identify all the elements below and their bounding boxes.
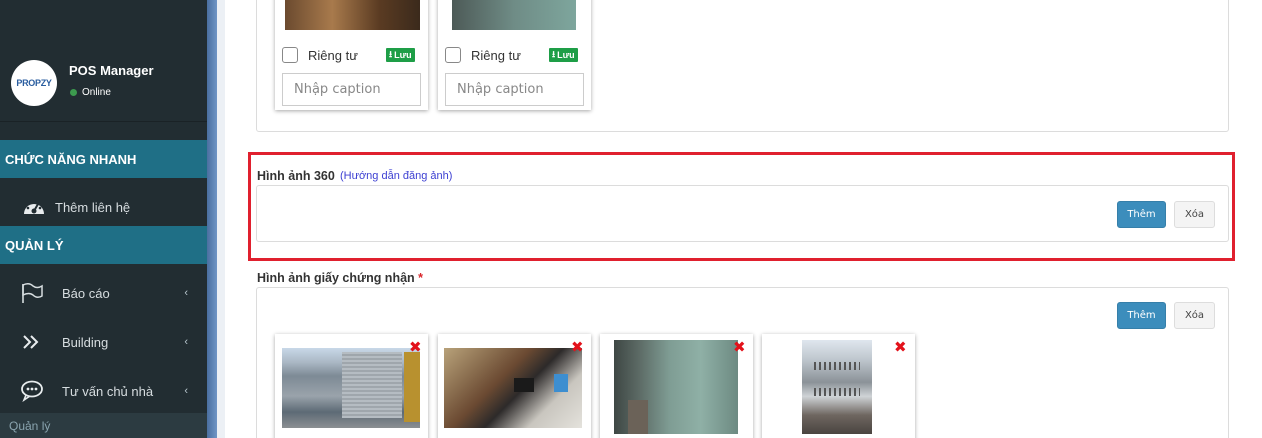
remove-photo-icon[interactable]: ✖ [733, 338, 746, 356]
cert-photo-card: ✖ [600, 334, 753, 438]
cert-thumbnail[interactable] [614, 340, 738, 434]
save-button[interactable]: ⭳ Lưu [386, 48, 415, 62]
add-cert-button[interactable]: Thêm [1117, 302, 1166, 329]
cert-photo-card: ✖ [438, 334, 591, 438]
sidebar-item-building[interactable]: Building ‹ [0, 325, 207, 359]
user-status-label: Online [82, 87, 111, 98]
caption-input[interactable] [282, 73, 421, 106]
sidebar-item-add-contact[interactable]: Thêm liên hệ [0, 190, 207, 224]
sidebar-item-label: Tư vấn chủ nhà [62, 383, 154, 399]
dashboard-icon [22, 196, 46, 218]
content-gutter [217, 0, 225, 438]
save-button[interactable]: ⭳ Lưu [549, 48, 578, 62]
avatar: PROPZY [11, 60, 57, 106]
sidebar-item-reports[interactable]: Báo cáo ‹ [0, 276, 207, 310]
caption-input[interactable] [445, 73, 584, 106]
required-mark: * [418, 271, 424, 285]
double-chevron-right-icon [20, 331, 44, 353]
section-cert-title: Hình ảnh giấy chứng nhận * [257, 271, 423, 285]
remove-photo-icon[interactable]: ✖ [571, 338, 584, 356]
sidebar-item-label: Báo cáo [62, 285, 110, 301]
sidebar-scrollbar[interactable] [207, 0, 217, 438]
sidebar-item-label: Building [62, 334, 109, 350]
online-dot-icon [70, 89, 77, 96]
flag-icon [20, 282, 44, 304]
save-label: Lưu [557, 50, 575, 60]
chevron-left-icon: ‹ [184, 287, 188, 299]
remove-photo-icon[interactable]: ✖ [894, 338, 907, 356]
cert-photo-card: ✖ [762, 334, 915, 438]
photo-thumbnail[interactable] [452, 0, 576, 30]
download-icon: ⭳ [389, 49, 393, 59]
highlight-box [248, 152, 1235, 261]
chevron-left-icon: ‹ [184, 336, 188, 348]
photo-card: Riêng tư ⭳ Lưu [438, 0, 591, 110]
sidebar-item-owner-consulting[interactable]: Tư vấn chủ nhà ‹ [0, 374, 207, 408]
user-name: POS Manager [69, 63, 154, 78]
cert-thumbnail[interactable] [444, 348, 582, 428]
private-label: Riêng tư [308, 47, 358, 63]
management-header: QUẢN LÝ [0, 226, 207, 264]
private-checkbox[interactable] [282, 47, 298, 63]
chevron-left-icon: ‹ [184, 385, 188, 397]
sidebar-item-label: Thêm liên hệ [55, 199, 131, 215]
sidebar: PROPZY POS Manager Online CHỨC NĂNG NHAN… [0, 0, 207, 438]
user-panel: PROPZY POS Manager Online [0, 0, 207, 122]
chat-bubble-icon [20, 380, 44, 402]
cert-thumbnail[interactable] [802, 340, 872, 434]
photo-thumbnail[interactable] [285, 0, 420, 30]
cert-photo-card: ✖ [275, 334, 428, 438]
quick-functions-header: CHỨC NĂNG NHANH [0, 140, 207, 178]
user-status: Online [70, 87, 111, 98]
remove-photo-icon[interactable]: ✖ [409, 338, 422, 356]
sidebar-subitem-manage[interactable]: Quản lý [0, 413, 207, 438]
avatar-logo-text: PROPZY [16, 78, 52, 88]
save-label: Lưu [394, 50, 412, 60]
photo-card: Riêng tư ⭳ Lưu [275, 0, 428, 110]
private-label: Riêng tư [471, 47, 521, 63]
section-cert-title-text: Hình ảnh giấy chứng nhận [257, 271, 415, 285]
private-checkbox[interactable] [445, 47, 461, 63]
download-icon: ⭳ [552, 49, 556, 59]
cert-thumbnail[interactable] [282, 348, 420, 428]
delete-cert-button[interactable]: Xóa [1174, 302, 1215, 329]
